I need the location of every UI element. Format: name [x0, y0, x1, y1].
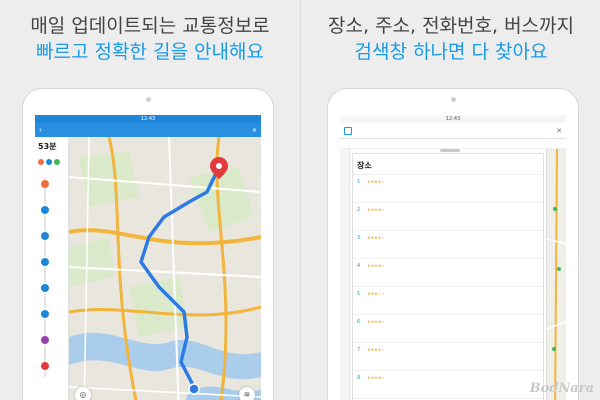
list-item[interactable]: 6 ★★★★☆	[353, 315, 543, 343]
transport-mode-icon	[46, 159, 52, 165]
drag-handle[interactable]	[440, 149, 460, 152]
result-number: 8	[357, 375, 361, 381]
route-summary-panel[interactable]: 53분	[35, 137, 69, 400]
layers-icon[interactable]: ≋	[239, 387, 255, 400]
current-location-icon[interactable]: ◎	[75, 387, 91, 400]
route-stop-marker[interactable]	[40, 309, 50, 319]
list-item[interactable]: 5 ★★★☆☆	[353, 287, 543, 315]
camera-dot	[146, 97, 151, 102]
route-duration: 53분	[38, 142, 57, 151]
result-number: 3	[357, 235, 361, 241]
left-headline-line1: 매일 업데이트되는 교통정보로	[30, 15, 270, 37]
list-item[interactable]: 4 ★★★★☆	[353, 259, 543, 287]
map-canvas	[69, 137, 261, 400]
list-item[interactable]: 7 ★★★★☆	[353, 343, 543, 371]
tablet-frame-left: 12:43 ‹ ✕ 53분 ◎ ≋	[22, 88, 274, 400]
back-arrow-icon[interactable]: ‹	[39, 126, 49, 134]
route-stop-marker[interactable]	[40, 179, 50, 189]
side-strip	[340, 149, 350, 400]
tablet-frame-right: 12:43 ✕ 장소 1 ★★★★☆ 2 ★★★★☆ 3 ★★★★☆ 4 ★★★★☆ 5 ★★★☆…	[327, 88, 579, 400]
route-stop-marker[interactable]	[40, 205, 50, 215]
transport-mode-icon	[38, 159, 44, 165]
result-rating: ★★★★☆	[367, 207, 385, 212]
map-view[interactable]: ◎ ≋	[69, 137, 261, 400]
result-number: 1	[357, 179, 361, 185]
result-rating: ★★★★☆	[367, 375, 385, 380]
results-list[interactable]: 장소 1 ★★★★☆ 2 ★★★★☆ 3 ★★★★☆ 4 ★★★★☆ 5 ★★★☆☆ 6 ★★★★☆ 7…	[352, 153, 544, 400]
category-title: 장소	[353, 158, 543, 175]
result-rating: ★★★☆☆	[367, 291, 385, 296]
transport-mode-icon	[54, 159, 60, 165]
left-headline-line2: 빠르고 정확한 길을 안내해요	[36, 41, 264, 63]
result-number: 2	[357, 207, 361, 213]
result-items: 1 ★★★★☆ 2 ★★★★☆ 3 ★★★★☆ 4 ★★★★☆ 5 ★★★☆☆ 6 ★★★★☆ 7 ★★★…	[353, 175, 543, 399]
mini-map-canvas	[547, 149, 566, 400]
result-rating: ★★★★☆	[367, 263, 385, 268]
transport-mode-row	[38, 159, 60, 165]
right-promo-panel: 장소, 주소, 전화번호, 버스까지 검색창 하나면 다 찾아요 12:43 ✕…	[300, 0, 600, 400]
search-results-screen: 12:43 ✕ 장소 1 ★★★★☆ 2 ★★★★☆ 3 ★★★★☆ 4 ★★★★☆ 5 ★★★☆…	[340, 115, 566, 400]
mini-map[interactable]	[546, 149, 566, 400]
route-stop-marker[interactable]	[40, 361, 50, 371]
result-number: 4	[357, 263, 361, 269]
map-toggle-icon[interactable]	[344, 126, 352, 135]
route-stop-marker[interactable]	[40, 257, 50, 267]
result-rating: ★★★★☆	[367, 319, 385, 324]
route-stop-marker[interactable]	[40, 283, 50, 293]
camera-dot	[451, 97, 456, 102]
left-promo-panel: 매일 업데이트되는 교통정보로 빠르고 정확한 길을 안내해요 12:43 ‹ …	[0, 0, 300, 400]
result-number: 6	[357, 319, 361, 325]
list-item[interactable]: 2 ★★★★☆	[353, 203, 543, 231]
route-stop-marker[interactable]	[40, 231, 50, 241]
result-number: 5	[357, 291, 361, 297]
filter-row	[340, 139, 566, 149]
close-icon[interactable]: ✕	[556, 127, 562, 135]
status-bar: 12:43	[35, 115, 261, 123]
route-stop-marker[interactable]	[40, 335, 50, 345]
close-icon[interactable]: ✕	[247, 127, 257, 134]
result-number: 7	[357, 347, 361, 353]
search-bar[interactable]: ✕	[340, 123, 566, 139]
list-item[interactable]: 1 ★★★★☆	[353, 175, 543, 203]
watermark-logo: BodNara	[529, 381, 594, 396]
right-headline-line2: 검색창 하나면 다 찾아요	[354, 41, 548, 63]
list-item[interactable]: 8 ★★★★☆	[353, 371, 543, 399]
right-headline-line1: 장소, 주소, 전화번호, 버스까지	[328, 15, 574, 37]
route-map-screen: 12:43 ‹ ✕ 53분 ◎ ≋	[35, 115, 261, 400]
result-rating: ★★★★☆	[367, 347, 385, 352]
status-bar: 12:43	[340, 115, 566, 123]
result-rating: ★★★★☆	[367, 235, 385, 240]
result-rating: ★★★★☆	[367, 179, 385, 184]
route-app-bar: ‹ ✕	[35, 123, 261, 137]
list-item[interactable]: 3 ★★★★☆	[353, 231, 543, 259]
